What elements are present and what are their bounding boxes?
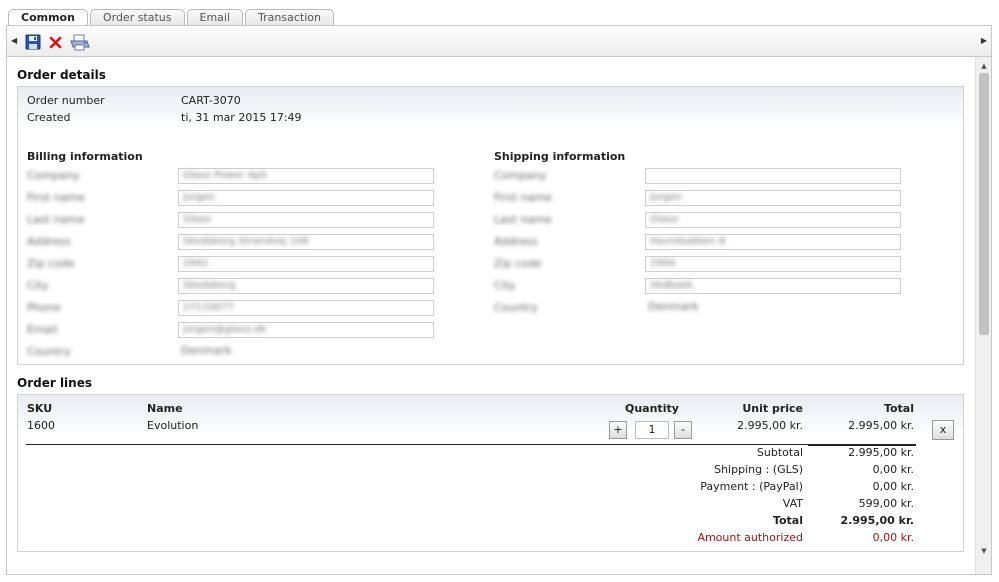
shipping-cost-label: Shipping : (GLS) [714,463,803,476]
shipping-city-input[interactable]: Vedbaek [645,278,901,294]
shipping-country-label: Country [494,301,538,314]
row-sku: 1600 [27,419,55,432]
vertical-scrollbar[interactable]: ▲ ▼ [975,57,991,574]
billing-city-label: City [27,279,49,292]
quantity-increase-button[interactable]: + [609,421,627,439]
billing-company-label: Company [27,169,80,182]
order-details-title: Order details [17,68,106,82]
shipping-city-label: City [494,279,516,292]
billing-country-value: Denmark [181,344,232,357]
scroll-up-icon[interactable]: ▲ [976,59,992,73]
payment-fee-label: Payment : (PayPal) [700,480,803,493]
remove-line-button[interactable]: x [932,420,954,440]
col-header-name: Name [147,402,183,415]
billing-address-input[interactable]: Skodsborg Strandvej 108 [178,234,434,250]
shipping-address-input[interactable]: Havrebakken 8 [645,234,901,250]
billing-firstname-label: First name [27,191,85,204]
quantity-input[interactable]: 1 [635,421,669,439]
row-unit-price: 2.995,00 kr. [737,419,803,432]
amount-authorized-label: Amount authorized [697,531,803,544]
created-label: Created [27,111,71,124]
content-area: Order details Order number CART-3070 Cre… [6,57,992,575]
amount-authorized-value: 0,00 kr. [872,531,914,544]
billing-firstname-input[interactable]: Jorgen [178,190,434,206]
order-number-label: Order number [27,94,105,107]
save-disk-icon[interactable] [25,34,41,50]
billing-email-input[interactable]: jorgen@glaso.dk [178,322,434,338]
billing-zip-input[interactable]: 2942 [178,256,434,272]
billing-lastname-input[interactable]: Glaso [178,212,434,228]
shipping-country-value: Denmark [648,300,699,313]
shipping-cost-value: 0,00 kr. [872,463,914,476]
billing-lastname-label: Last name [27,213,85,226]
row-name: Evolution [147,419,199,432]
order-lines-panel: SKU Name Quantity Unit price Total 1600 … [17,394,964,552]
shipping-address-label: Address [494,235,538,248]
toolbar: ◀ ▶ [6,25,992,57]
col-header-total: Total [883,402,914,415]
row-total: 2.995,00 kr. [848,419,914,432]
billing-address-label: Address [27,235,71,248]
shipping-company-label: Company [494,169,547,182]
scroll-down-icon[interactable]: ▼ [976,544,992,558]
order-details-panel: Order number CART-3070 Created ti, 31 ma… [17,86,964,365]
vat-label: VAT [782,497,803,510]
shipping-firstname-input[interactable]: Jorgen [645,190,901,206]
summary-divider [26,444,916,445]
grand-total-value: 2.995,00 kr. [840,514,914,527]
shipping-firstname-label: First name [494,191,552,204]
shipping-zip-input[interactable]: 2950 [645,256,901,272]
billing-phone-label: Phone [27,301,62,314]
billing-phone-input[interactable]: 27110077 [178,300,434,316]
billing-title: Billing information [27,150,143,163]
shipping-lastname-input[interactable]: Glaso [645,212,901,228]
col-header-quantity: Quantity [625,402,679,415]
billing-company-input[interactable]: Glaso Power ApS [178,168,434,184]
tab-email[interactable]: Email [186,9,244,26]
shipping-zip-label: Zip code [494,257,542,270]
billing-email-label: Email [27,323,58,336]
toolbar-scroll-right-icon[interactable]: ▶ [981,36,987,45]
toolbar-scroll-left-icon[interactable]: ◀ [11,36,17,45]
subtotal-label: Subtotal [756,446,803,459]
created-value: ti, 31 mar 2015 17:49 [181,111,302,124]
grand-total-label: Total [772,514,803,527]
shipping-lastname-label: Last name [494,213,552,226]
billing-city-input[interactable]: Skodsborg [178,278,434,294]
print-icon[interactable] [69,34,91,51]
payment-fee-value: 0,00 kr. [872,480,914,493]
shipping-title: Shipping information [494,150,626,163]
order-lines-title: Order lines [17,376,92,390]
tab-transaction[interactable]: Transaction [245,9,334,26]
col-header-unit-price: Unit price [742,402,803,415]
scrollbar-thumb[interactable] [979,73,989,335]
vat-value: 599,00 kr. [858,497,914,510]
tab-bar: Common Order status Email Transaction [8,9,336,27]
quantity-decrease-button[interactable]: - [674,421,692,439]
order-number-value: CART-3070 [181,94,241,107]
billing-country-label: Country [27,345,71,358]
delete-x-icon[interactable] [48,34,64,50]
subtotal-value: 2.995,00 kr. [848,446,914,459]
col-header-sku: SKU [27,402,53,415]
billing-zip-label: Zip code [27,257,75,270]
shipping-company-input[interactable] [645,168,901,184]
tab-order-status[interactable]: Order status [89,9,185,26]
